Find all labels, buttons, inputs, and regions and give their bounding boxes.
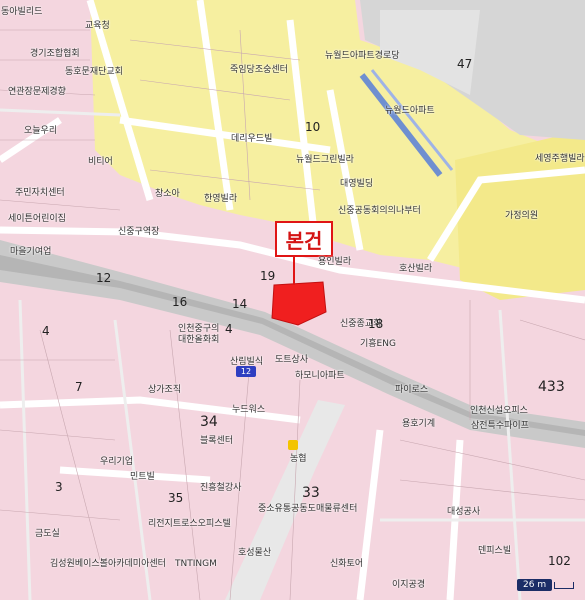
scale-label: 26 m <box>517 579 553 591</box>
map-label: 진흥철강사 <box>200 483 242 493</box>
map-label: 죽임당조숭센터 <box>230 65 288 75</box>
map-label: 세이튼어린이집 <box>8 214 66 224</box>
map-label: 덴피스빌 <box>478 546 512 556</box>
map-label: 신화토어 <box>330 559 364 569</box>
parcel-number: 7 <box>75 380 83 394</box>
map-label: 김성원베이스볼아카데미아센터 <box>50 559 166 569</box>
map-label: 동아빌리드 <box>1 7 43 17</box>
map-label: 경기조합협회 <box>30 49 80 59</box>
map-label: 도트상사 <box>275 355 309 365</box>
map-label: 블록센터 <box>200 436 234 446</box>
map-label: 오늘우리 <box>24 126 58 136</box>
parcel-number: 10 <box>305 120 321 134</box>
subject-property-callout[interactable]: 본건 <box>275 221 333 257</box>
map-label: TNTINGM <box>175 559 217 569</box>
parcel-number: 3 <box>55 480 63 494</box>
map-canvas[interactable]: 본건 동아빌리드교육청경기조합협회동호문재단교회연관장문제경향오늘우리비티어주민… <box>0 0 585 600</box>
map-label: 호산빌라 <box>399 264 433 274</box>
map-label: 신중구역장 <box>118 227 160 237</box>
parcel-number: 34 <box>200 414 218 430</box>
parcel-number: 47 <box>457 57 473 71</box>
map-label: 세영주행빌라 <box>535 154 585 164</box>
scale-bar-graphic <box>554 581 575 589</box>
parcel-number: 14 <box>232 297 248 311</box>
map-label: 교육청 <box>85 21 110 31</box>
map-label: 민트빌 <box>130 472 155 482</box>
parcel-number: 4 <box>225 322 233 336</box>
parcel-number: 433 <box>538 379 565 395</box>
parcel-number: 12 <box>96 271 112 285</box>
scale-bar: 26 m <box>517 578 575 592</box>
map-label: 마을기여업 <box>10 247 52 257</box>
map-label: 누드워스 <box>232 405 266 415</box>
map-label: 대성공사 <box>447 507 481 517</box>
map-label: 주민자치센터 <box>15 188 65 198</box>
map-label: 창소아 <box>155 189 180 199</box>
map-label: 대한올화회 <box>178 335 220 345</box>
parcel-number: 18 <box>368 317 384 331</box>
map-label: 이지공경 <box>392 580 426 590</box>
map-label: 하모니아파트 <box>295 371 345 381</box>
map-label: 농협 <box>290 454 307 464</box>
parcel-number: 35 <box>168 491 184 505</box>
parcel-number: 4 <box>42 324 50 338</box>
map-label: 신중공동회의의나부터 <box>338 206 421 216</box>
map-label: 인천중구의 <box>178 324 220 334</box>
map-label: 뉴월드아파트 <box>385 106 435 116</box>
map-label: 금도실 <box>35 529 60 539</box>
map-label: 리전지트로스오피스텔 <box>148 519 231 529</box>
map-label: 비티어 <box>88 157 113 167</box>
road-number-marker: 12 <box>236 366 256 377</box>
map-label: 우리기업 <box>100 457 134 467</box>
parcel-number: 33 <box>302 485 320 501</box>
map-label: 가정의원 <box>505 211 539 221</box>
map-label: 상가조직 <box>148 385 182 395</box>
map-label: 용호기계 <box>402 419 436 429</box>
map-label: 파이로스 <box>395 385 429 395</box>
map-label: 기흥ENG <box>360 339 396 349</box>
map-label: 용인빌라 <box>318 257 352 267</box>
map-label: 연관장문제경향 <box>8 87 66 97</box>
map-label: 인천신설오피스 <box>470 406 528 416</box>
map-label: 뉴월드그린빌라 <box>296 155 354 165</box>
map-label: 중소유통공동도매물류센터 <box>258 504 358 514</box>
map-label: 동호문재단교회 <box>65 67 123 77</box>
map-label: 데리우드빌 <box>231 134 273 144</box>
map-label: 한영빌라 <box>204 194 238 204</box>
map-label: 호성물산 <box>238 548 272 558</box>
map-label: 삼전특수파이프 <box>471 421 529 431</box>
map-label: 대영빌딩 <box>340 179 374 189</box>
bank-icon <box>288 440 298 450</box>
parcel-number: 19 <box>260 269 276 283</box>
parcel-number: 16 <box>172 295 188 309</box>
parcel-number: 102 <box>548 554 571 568</box>
map-label: 뉴월드아파트경로당 <box>325 51 400 61</box>
